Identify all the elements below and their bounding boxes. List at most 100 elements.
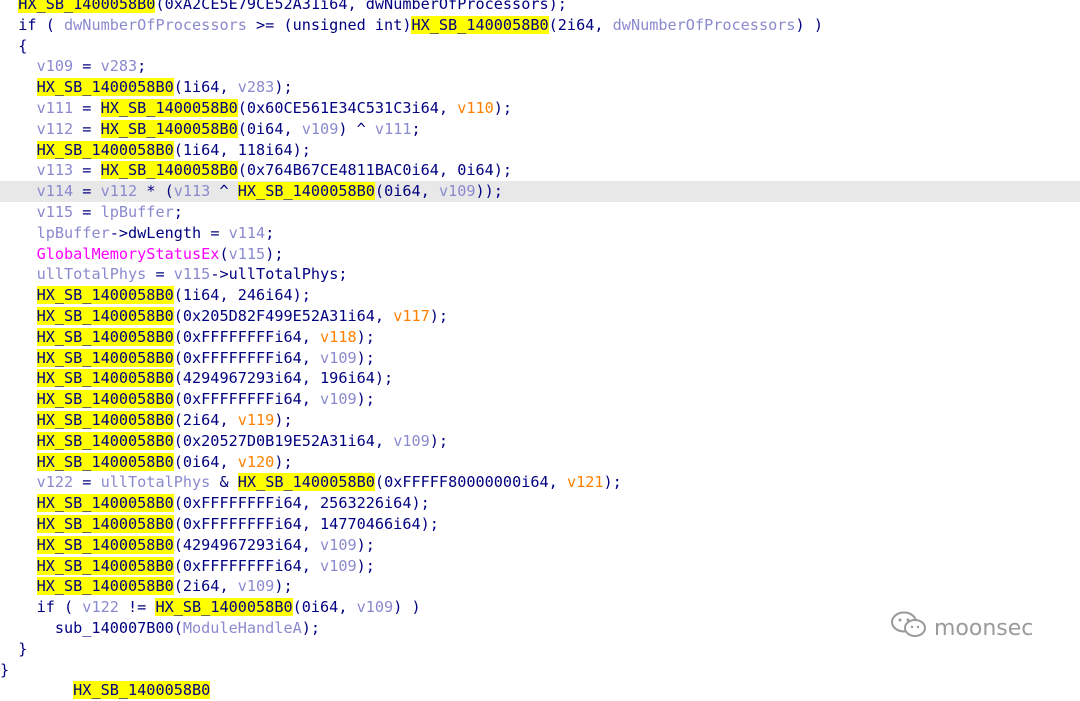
code-line[interactable]: ullTotalPhys = v115->ullTotalPhys; — [0, 264, 1080, 285]
variable-name[interactable]: ullTotalPhys — [37, 265, 147, 283]
variable-name[interactable]: v113 — [37, 161, 74, 179]
variable-name-orange[interactable]: v119 — [238, 411, 275, 429]
code-line[interactable]: HX_SB_1400058B0(4294967293i64, v109); — [0, 535, 1080, 556]
function-name-highlighted[interactable]: HX_SB_1400058B0 — [36, 369, 174, 388]
variable-name-orange[interactable]: v117 — [393, 307, 430, 325]
function-name-highlighted[interactable]: HX_SB_1400058B0 — [100, 119, 238, 138]
variable-name-orange[interactable]: v110 — [457, 99, 494, 117]
function-name-highlighted[interactable]: HX_SB_1400058B0 — [36, 286, 174, 305]
code-line[interactable]: lpBuffer->dwLength = v114; — [0, 223, 1080, 244]
variable-name[interactable]: v283 — [101, 57, 138, 75]
variable-name[interactable]: v122 — [37, 473, 74, 491]
code-line[interactable]: v109 = v283; — [0, 56, 1080, 77]
variable-name[interactable]: v115 — [174, 265, 211, 283]
code-line[interactable]: HX_SB_1400058B0(0xFFFFFFFFi64, v109); — [0, 348, 1080, 369]
function-name-highlighted[interactable]: HX_SB_1400058B0 — [36, 140, 174, 159]
code-line[interactable]: GlobalMemoryStatusEx(v115); — [0, 244, 1080, 265]
variable-name[interactable]: v109 — [37, 57, 74, 75]
function-name-highlighted[interactable]: HX_SB_1400058B0 — [237, 182, 375, 201]
variable-name[interactable]: v112 — [101, 182, 138, 200]
function-name-highlighted[interactable]: HX_SB_1400058B0 — [36, 452, 174, 471]
code-line[interactable]: HX_SB_1400058B0(0xFFFFFFFFi64, 14770466i… — [0, 514, 1080, 535]
code-line[interactable]: HX_SB_1400058B0(0xA2CE5E79CE52A31i64, dw… — [0, 0, 1080, 15]
function-name-highlighted[interactable]: HX_SB_1400058B0 — [36, 515, 174, 533]
code-line[interactable]: if ( dwNumberOfProcessors >= (unsigned i… — [0, 15, 1080, 36]
function-name-highlighted[interactable]: HX_SB_1400058B0 — [411, 15, 549, 34]
function-name-highlighted[interactable]: HX_SB_1400058B0 — [36, 411, 174, 429]
variable-name[interactable]: v109 — [393, 432, 430, 450]
variable-name[interactable]: ModuleHandleA — [183, 619, 302, 637]
variable-name[interactable]: lpBuffer — [37, 224, 110, 242]
variable-name[interactable]: v109 — [238, 577, 275, 595]
code-line[interactable]: { — [0, 36, 1080, 57]
code-line[interactable]: v111 = HX_SB_1400058B0(0x60CE561E34C531C… — [0, 98, 1080, 119]
variable-name[interactable]: v109 — [320, 390, 357, 408]
variable-name-orange[interactable]: v121 — [567, 473, 604, 491]
variable-name[interactable]: ullTotalPhys — [101, 473, 211, 491]
function-name-highlighted[interactable]: HX_SB_1400058B0 — [36, 307, 174, 325]
variable-name[interactable]: v283 — [238, 78, 275, 96]
function-name-highlighted[interactable]: HX_SB_1400058B0 — [36, 431, 174, 450]
code-line[interactable]: v122 = ullTotalPhys & HX_SB_1400058B0(0x… — [0, 472, 1080, 493]
function-name-highlighted[interactable]: HX_SB_1400058B0 — [36, 78, 174, 97]
code-line[interactable]: HX_SB_1400058B0(0xFFFFFFFFi64, 2563226i6… — [0, 493, 1080, 514]
code-line[interactable]: HX_SB_1400058B0(0xFFFFFFFFi64, v109); — [0, 389, 1080, 410]
function-name-highlighted[interactable]: HX_SB_1400058B0 — [73, 681, 211, 700]
code-line[interactable]: HX_SB_1400058B0(0xFFFFFFFFi64, v109); — [0, 556, 1080, 577]
variable-name[interactable]: v112 — [37, 120, 74, 138]
function-name-highlighted[interactable]: HX_SB_1400058B0 — [36, 577, 174, 596]
variable-name[interactable]: v109 — [439, 182, 476, 200]
code-line[interactable]: HX_SB_1400058B0(0xFFFFFFFFi64, v118); — [0, 327, 1080, 348]
variable-name[interactable]: dwNumberOfProcessors — [613, 16, 796, 34]
variable-name[interactable]: v109 — [357, 598, 394, 616]
function-name-highlighted[interactable]: HX_SB_1400058B0 — [36, 348, 174, 367]
code-line[interactable]: HX_SB_1400058B0(2i64, v119); — [0, 410, 1080, 431]
variable-name[interactable]: v109 — [302, 120, 339, 138]
code-token: ; — [137, 57, 147, 76]
code-line[interactable]: v115 = lpBuffer; — [0, 202, 1080, 223]
function-name-highlighted[interactable]: HX_SB_1400058B0 — [155, 598, 293, 617]
function-name-highlighted[interactable]: HX_SB_1400058B0 — [36, 390, 174, 409]
variable-name[interactable]: v109 — [320, 536, 357, 554]
variable-name[interactable]: v111 — [37, 99, 74, 117]
variable-name[interactable]: v114 — [229, 224, 266, 242]
variable-name[interactable]: v113 — [174, 182, 211, 200]
function-name-highlighted[interactable]: HX_SB_1400058B0 — [36, 494, 174, 513]
function-name-highlighted[interactable]: HX_SB_1400058B0 — [237, 473, 375, 492]
code-line[interactable]: } — [0, 660, 1080, 681]
code-line-current[interactable]: v114 = v112 * (v113 ^ HX_SB_1400058B0(0i… — [0, 181, 1080, 202]
code-line[interactable]: v113 = HX_SB_1400058B0(0x764B67CE4811BAC… — [0, 160, 1080, 181]
function-name-highlighted[interactable]: HX_SB_1400058B0 — [36, 535, 174, 554]
code-line[interactable]: HX_SB_1400058B0 — [0, 680, 1080, 701]
code-line[interactable]: HX_SB_1400058B0(1i64, v283); — [0, 77, 1080, 98]
code-token: (2i64, — [173, 411, 238, 429]
variable-name[interactable]: v122 — [82, 598, 119, 616]
api-call-name[interactable]: GlobalMemoryStatusEx — [37, 245, 220, 263]
code-line[interactable]: HX_SB_1400058B0(1i64, 246i64); — [0, 285, 1080, 306]
function-name-highlighted[interactable]: HX_SB_1400058B0 — [100, 99, 238, 117]
function-name-highlighted[interactable]: HX_SB_1400058B0 — [36, 556, 174, 575]
code-line[interactable]: HX_SB_1400058B0(4294967293i64, 196i64); — [0, 368, 1080, 389]
code-line[interactable]: HX_SB_1400058B0(0x20527D0B19E52A31i64, v… — [0, 431, 1080, 452]
code-line[interactable]: v112 = HX_SB_1400058B0(0i64, v109) ^ v11… — [0, 119, 1080, 140]
variable-name[interactable]: v115 — [229, 245, 266, 263]
variable-name[interactable]: v111 — [375, 120, 412, 138]
function-name-highlighted[interactable]: HX_SB_1400058B0 — [18, 0, 156, 13]
function-name-highlighted[interactable]: HX_SB_1400058B0 — [100, 161, 238, 180]
variable-name[interactable]: v114 — [37, 182, 74, 200]
variable-name-orange[interactable]: v120 — [238, 453, 275, 471]
variable-name[interactable]: dwNumberOfProcessors — [64, 16, 247, 34]
variable-name-orange[interactable]: v118 — [320, 328, 357, 346]
variable-name[interactable]: v109 — [320, 557, 357, 575]
variable-name[interactable]: v109 — [320, 349, 357, 367]
code-line[interactable]: HX_SB_1400058B0(1i64, 118i64); — [0, 140, 1080, 161]
function-name-highlighted[interactable]: HX_SB_1400058B0 — [36, 327, 174, 346]
code-line[interactable]: HX_SB_1400058B0(0x205D82F499E52A31i64, v… — [0, 306, 1080, 327]
variable-name[interactable]: lpBuffer — [101, 203, 174, 221]
code-line[interactable]: HX_SB_1400058B0(0i64, v120); — [0, 452, 1080, 473]
code-line[interactable]: HX_SB_1400058B0(2i64, v109); — [0, 576, 1080, 597]
variable-name[interactable]: v115 — [37, 203, 74, 221]
